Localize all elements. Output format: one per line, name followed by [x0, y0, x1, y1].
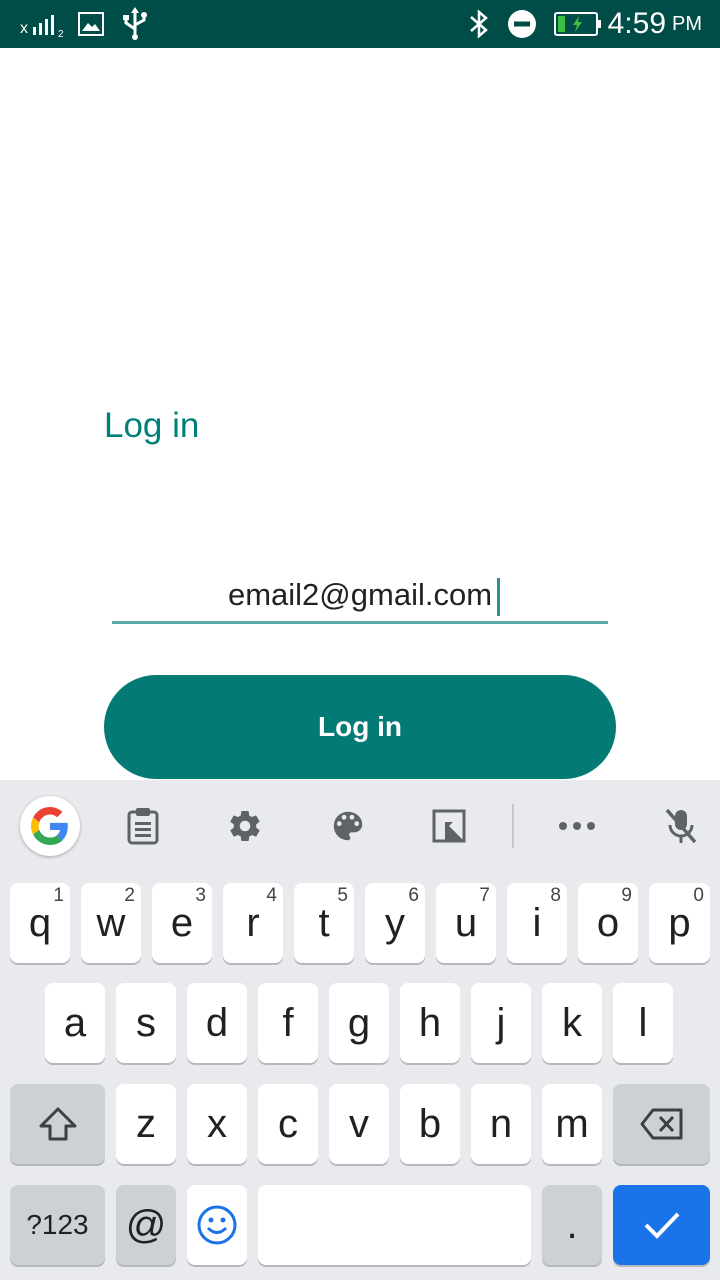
resize-icon[interactable] — [424, 780, 474, 872]
google-icon — [31, 807, 68, 845]
key-f[interactable]: f — [258, 983, 318, 1063]
sim-label: 2 — [58, 29, 64, 39]
mic-off-icon[interactable] — [656, 780, 706, 872]
key-p[interactable]: p0 — [649, 883, 710, 963]
key-hint: 2 — [124, 885, 135, 906]
at-key[interactable]: @ — [116, 1185, 176, 1265]
clock-time: 4:59 — [607, 7, 666, 40]
backspace-key[interactable] — [613, 1084, 710, 1164]
key-label: e — [170, 900, 194, 945]
key-hint: 5 — [337, 885, 348, 906]
key-label: r — [246, 900, 260, 945]
do-not-disturb-icon — [506, 0, 538, 48]
key-label: p — [668, 900, 691, 945]
key-r[interactable]: r4 — [223, 883, 283, 963]
key-t[interactable]: t5 — [294, 883, 354, 963]
key-label: i — [532, 900, 542, 945]
bluetooth-icon — [468, 0, 490, 48]
google-search-button[interactable] — [20, 796, 80, 856]
key-label: t — [318, 900, 330, 945]
soft-keyboard: q1 w2 e3 r4 t5 y6 u7 i8 o9 p0 a s d f g … — [0, 780, 720, 1280]
text-cursor — [497, 578, 500, 616]
key-y[interactable]: y6 — [365, 883, 425, 963]
key-hint: 4 — [266, 885, 277, 906]
emoji-key[interactable] — [187, 1185, 247, 1265]
key-o[interactable]: o9 — [578, 883, 638, 963]
key-hint: 0 — [693, 885, 704, 906]
key-h[interactable]: h — [400, 983, 460, 1063]
backspace-icon — [640, 1108, 682, 1140]
toolbar-divider — [512, 804, 514, 848]
theme-palette-icon[interactable] — [323, 780, 373, 872]
key-u[interactable]: u7 — [436, 883, 496, 963]
settings-icon[interactable] — [220, 780, 270, 872]
key-w[interactable]: w2 — [81, 883, 141, 963]
login-button[interactable]: Log in — [104, 675, 616, 779]
space-key[interactable] — [258, 1185, 531, 1265]
clock: 4:59 PM — [608, 0, 702, 48]
key-v[interactable]: v — [329, 1084, 389, 1164]
emoji-icon — [197, 1205, 237, 1245]
done-key[interactable] — [613, 1185, 710, 1265]
key-b[interactable]: b — [400, 1084, 460, 1164]
key-hint: 6 — [408, 885, 419, 906]
page-title: Log in — [104, 406, 200, 445]
key-label: u — [454, 900, 478, 945]
key-hint: 8 — [550, 885, 561, 906]
key-k[interactable]: k — [542, 983, 602, 1063]
key-g[interactable]: g — [329, 983, 389, 1063]
email-field-underline — [112, 621, 608, 624]
clock-ampm: PM — [672, 12, 702, 35]
usb-icon — [120, 0, 150, 48]
more-icon[interactable] — [552, 780, 602, 872]
key-x[interactable]: x — [187, 1084, 247, 1164]
key-e[interactable]: e3 — [152, 883, 212, 963]
key-l[interactable]: l — [613, 983, 673, 1063]
key-j[interactable]: j — [471, 983, 531, 1063]
symbols-key[interactable]: ?123 — [10, 1185, 105, 1265]
period-key[interactable]: . — [542, 1185, 602, 1265]
key-z[interactable]: z — [116, 1084, 176, 1164]
key-label: o — [596, 900, 620, 945]
key-label: w — [96, 900, 126, 945]
key-a[interactable]: a — [45, 983, 105, 1063]
key-c[interactable]: c — [258, 1084, 318, 1164]
key-hint: 1 — [53, 885, 64, 906]
key-hint: 3 — [195, 885, 206, 906]
key-hint: 9 — [621, 885, 632, 906]
battery-charging-icon — [554, 0, 602, 48]
shift-icon — [39, 1107, 76, 1141]
key-m[interactable]: m — [542, 1084, 602, 1164]
key-d[interactable]: d — [187, 983, 247, 1063]
signal-icon: x 2 — [20, 0, 68, 48]
key-q[interactable]: q1 — [10, 883, 70, 963]
checkmark-icon — [644, 1212, 679, 1239]
key-s[interactable]: s — [116, 983, 176, 1063]
key-n[interactable]: n — [471, 1084, 531, 1164]
email-field-container[interactable] — [112, 570, 608, 624]
shift-key[interactable] — [10, 1084, 105, 1164]
key-label: q — [28, 900, 52, 945]
clipboard-icon[interactable] — [118, 780, 168, 872]
image-notification-icon — [78, 0, 104, 48]
key-label: y — [385, 900, 405, 945]
status-bar: x 2 4:59 PM — [0, 0, 720, 48]
key-i[interactable]: i8 — [507, 883, 567, 963]
email-field[interactable] — [112, 570, 608, 620]
key-hint: 7 — [479, 885, 490, 906]
svg-text:x: x — [20, 20, 28, 37]
